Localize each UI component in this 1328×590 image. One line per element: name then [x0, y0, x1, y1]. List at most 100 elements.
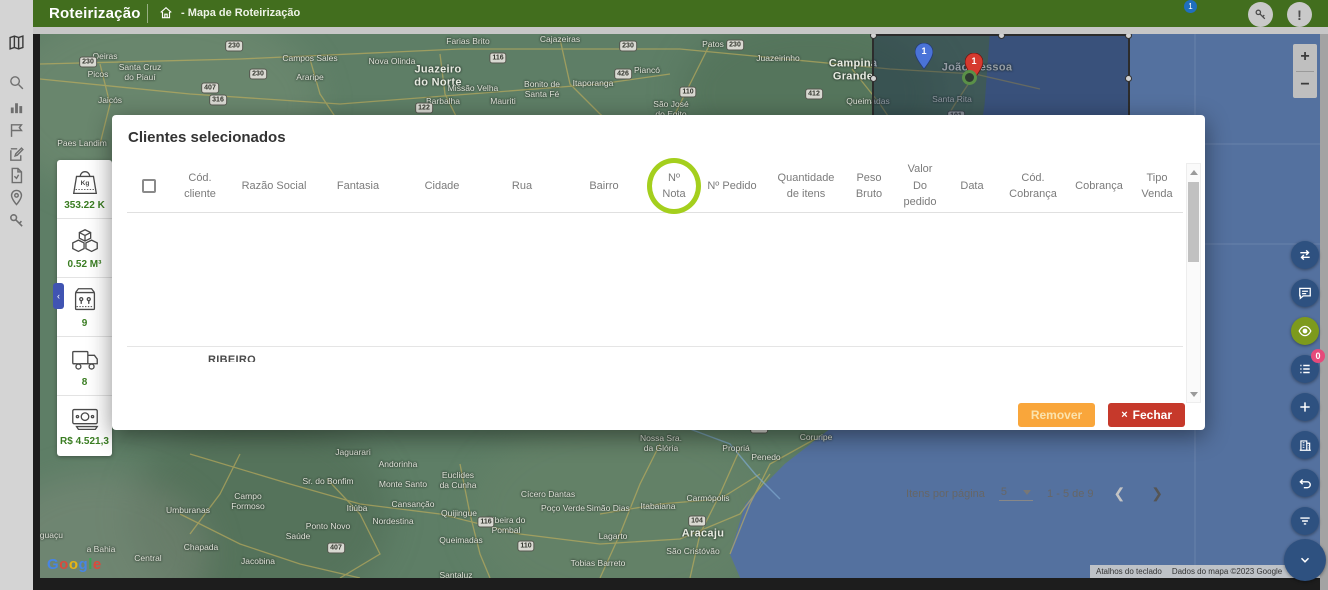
visibility-button[interactable]: [1291, 317, 1319, 345]
column-header-3: Fantasia: [318, 178, 398, 195]
road-shield: 116: [489, 53, 506, 64]
selection-rectangle[interactable]: [872, 34, 1130, 122]
building-icon: [1298, 438, 1312, 452]
swap-arrows-icon: [1298, 248, 1312, 262]
home-icon[interactable]: [159, 6, 173, 25]
road-shield: 230: [249, 69, 267, 80]
close-x-icon: ×: [1121, 409, 1127, 421]
modal-button-row: Remover × Fechar: [1018, 403, 1185, 427]
road-shield: 116: [477, 517, 494, 528]
zoom-in-button[interactable]: +: [1293, 44, 1317, 71]
google-logo: Google: [47, 556, 102, 573]
wrench-icon[interactable]: [8, 212, 25, 229]
column-header-2: Razão Social: [230, 178, 318, 195]
zoom-out-button[interactable]: −: [1293, 72, 1317, 99]
chat-button[interactable]: [1291, 279, 1319, 307]
column-header-10: Peso Bruto: [846, 170, 892, 203]
panel-collapse-button[interactable]: ‹: [53, 283, 64, 309]
stat-weight-value: 353.22 K: [64, 200, 105, 211]
stat-order-value-value: R$ 4.521,3: [60, 436, 109, 447]
package-icon: [69, 286, 101, 316]
chat-icon: [1298, 286, 1312, 300]
page-range-label: 1 - 5 de 9: [1047, 488, 1093, 500]
plus-icon: [1298, 400, 1312, 414]
edit-icon[interactable]: [8, 146, 25, 163]
search-icon[interactable]: [8, 74, 25, 91]
close-button-label: Fechar: [1133, 408, 1172, 422]
road-shield: 110: [517, 541, 534, 552]
prev-page-button[interactable]: ❮: [1108, 485, 1132, 502]
swap-routes-button[interactable]: [1291, 241, 1319, 269]
list-badge: 0: [1311, 349, 1325, 363]
selection-handle[interactable]: [998, 34, 1005, 39]
select-caret-icon: [1023, 490, 1031, 495]
column-header-12: Data: [948, 178, 996, 195]
list-icon: [1298, 362, 1312, 376]
selection-handle[interactable]: [1125, 75, 1132, 82]
document-icon[interactable]: [8, 167, 25, 184]
stat-volume-value: 0.52 M³: [68, 259, 102, 270]
stat-order-value: R$ 4.521,3: [57, 396, 112, 455]
road-shield: 230: [225, 41, 243, 52]
scroll-up-button[interactable]: [1187, 165, 1200, 179]
alert-button[interactable]: !: [1287, 2, 1312, 27]
road-shield: 230: [619, 41, 637, 52]
page-gap-bottom: [40, 578, 1320, 590]
modal-title: Clientes selecionados: [128, 129, 286, 146]
page-gap-left: [33, 34, 40, 590]
remove-button[interactable]: Remover: [1018, 403, 1095, 427]
scrollbar-thumb[interactable]: [1188, 182, 1199, 262]
bar-chart-icon[interactable]: [8, 99, 25, 116]
items-per-page-select[interactable]: 5: [999, 486, 1033, 501]
scroll-down-button[interactable]: [1187, 387, 1200, 401]
stat-trucks-value: 8: [82, 377, 88, 388]
road-shield: 122: [415, 103, 433, 114]
sidebar-top-corner: [0, 0, 33, 27]
undo-icon: [1298, 476, 1312, 490]
blue-marker[interactable]: 1: [915, 43, 933, 69]
truck-icon: [69, 345, 101, 375]
marker-label: 1: [915, 46, 933, 56]
tools-button[interactable]: 1: [1248, 2, 1273, 27]
column-header-11: Valor Do pedido: [892, 161, 948, 211]
column-header-4: Cidade: [398, 178, 486, 195]
selection-handle[interactable]: [870, 75, 877, 82]
pagination: Itens por página 5 1 - 5 de 9 ❮ ❯: [906, 485, 1169, 502]
flag-icon[interactable]: [8, 122, 25, 139]
stat-packages-value: 9: [82, 318, 88, 329]
road-shield: 316: [209, 95, 227, 106]
pin-icon[interactable]: [8, 189, 25, 206]
column-header-6: Bairro: [558, 178, 650, 195]
route-stop-marker[interactable]: [962, 70, 977, 85]
column-header-8: Nº Pedido: [698, 178, 766, 195]
road-shield: 407: [327, 543, 345, 554]
app-title: Roteirização: [49, 5, 141, 22]
road-shield: 230: [726, 40, 744, 51]
selection-handle[interactable]: [870, 34, 877, 39]
company-button[interactable]: [1291, 431, 1319, 459]
add-button[interactable]: [1291, 393, 1319, 421]
map-icon[interactable]: [8, 34, 25, 51]
column-header-13: Cód. Cobrança: [996, 170, 1070, 203]
column-header-15: Tipo Venda: [1128, 170, 1186, 203]
route-stats-panel: Kg 353.22 K 0.52 M³ 9 8 R$ 4.521,3: [57, 160, 112, 456]
google-logo-letter: o: [69, 556, 79, 573]
modal-scrollbar[interactable]: [1186, 163, 1201, 403]
keyboard-shortcuts-link[interactable]: Atalhos do teclado: [1096, 567, 1162, 576]
stat-trucks: 8: [57, 337, 112, 396]
select-all-checkbox[interactable]: [142, 179, 156, 193]
stat-weight: Kg 353.22 K: [57, 160, 112, 219]
road-shield: 110: [679, 87, 696, 98]
filter-button[interactable]: [1291, 507, 1319, 535]
left-sidebar: [0, 27, 33, 590]
google-logo-letter: g: [79, 556, 89, 573]
expand-button[interactable]: [1284, 539, 1326, 581]
undo-button[interactable]: [1291, 469, 1319, 497]
column-header-1: Cód. cliente: [170, 170, 230, 203]
column-header-5: Rua: [486, 178, 558, 195]
breadcrumb: - Mapa de Roteirização: [181, 7, 300, 19]
column-header-7: Nº Nota: [650, 170, 698, 203]
close-button[interactable]: × Fechar: [1108, 403, 1185, 427]
header-substrip: [33, 27, 1328, 34]
next-page-button[interactable]: ❯: [1145, 485, 1169, 502]
